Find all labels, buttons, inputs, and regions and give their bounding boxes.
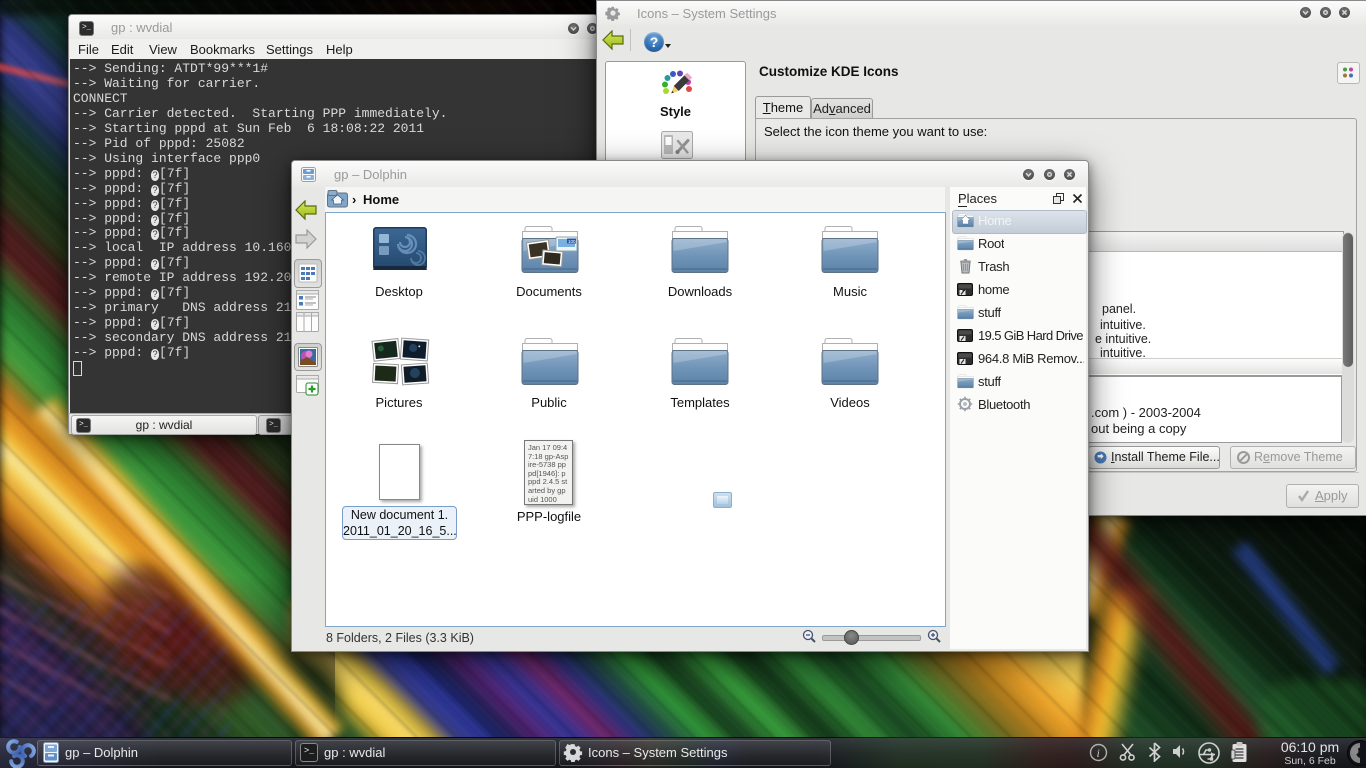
svg-text:100: 100: [568, 239, 576, 244]
svg-text:i: i: [1097, 746, 1100, 760]
